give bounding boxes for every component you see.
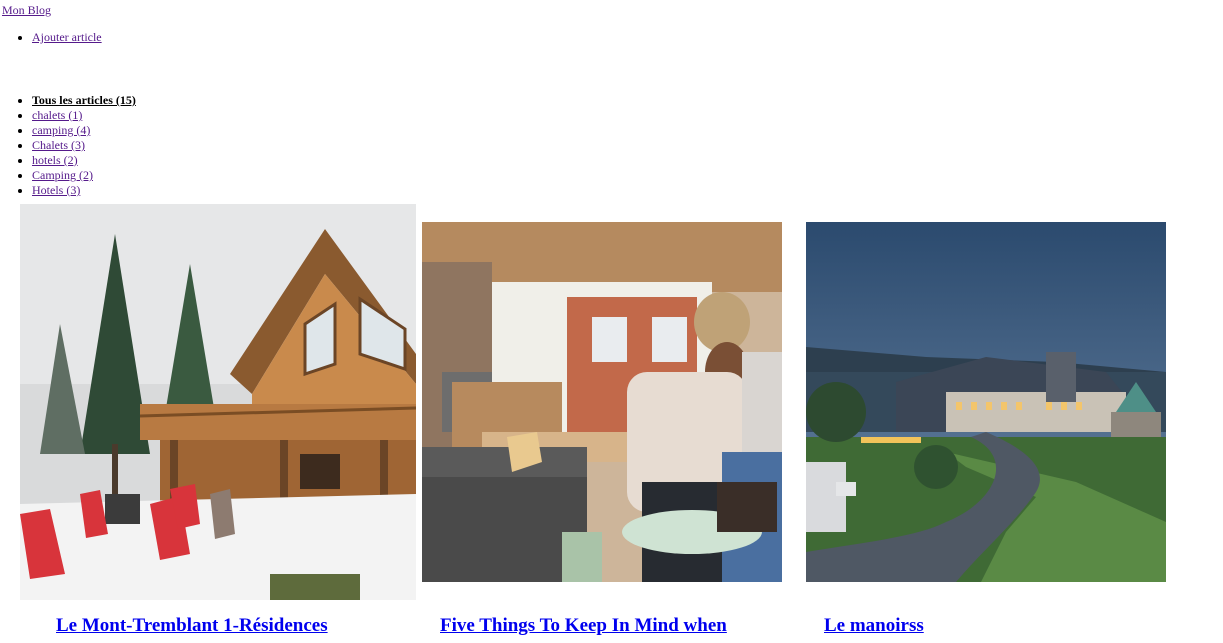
article-image-cafe[interactable] xyxy=(422,222,782,582)
article-title: Le Mont-Tremblant 1-Résidences xyxy=(56,614,328,638)
category-item-all: Tous les articles (15) xyxy=(32,93,136,108)
category-list: Tous les articles (15) chalets (1) campi… xyxy=(0,93,136,198)
article-title-link[interactable]: Le Mont-Tremblant 1-Résidences xyxy=(56,615,328,636)
article-title-link[interactable]: Le manoirss xyxy=(824,615,924,636)
category-item-chalets-lower: chalets (1) xyxy=(32,108,136,123)
category-item-camping-lower: camping (4) xyxy=(32,123,136,138)
article-title: Le manoirss xyxy=(824,614,924,638)
add-article-link[interactable]: Ajouter article xyxy=(32,30,102,44)
category-link-chalets[interactable]: Chalets (3) xyxy=(32,138,85,152)
category-item-hotels-lower: hotels (2) xyxy=(32,153,136,168)
category-item-chalets: Chalets (3) xyxy=(32,138,136,153)
category-link-camping[interactable]: Camping (2) xyxy=(32,168,93,182)
category-item-hotels: Hotels (3) xyxy=(32,183,136,198)
category-item-camping: Camping (2) xyxy=(32,168,136,183)
brand-link[interactable]: Mon Blog xyxy=(2,3,51,17)
article-image-manor[interactable] xyxy=(806,222,1166,582)
article-title-link[interactable]: Five Things To Keep In Mind when xyxy=(440,615,727,636)
category-link-all[interactable]: Tous les articles (15) xyxy=(32,93,136,107)
category-link-chalets-lower[interactable]: chalets (1) xyxy=(32,108,82,122)
article-title: Five Things To Keep In Mind when xyxy=(440,614,727,638)
category-link-hotels[interactable]: Hotels (3) xyxy=(32,183,80,197)
top-nav: Ajouter article xyxy=(0,30,102,45)
category-link-hotels-lower[interactable]: hotels (2) xyxy=(32,153,78,167)
article-image-cabin[interactable] xyxy=(20,204,416,600)
nav-item: Ajouter article xyxy=(32,30,102,45)
category-link-camping-lower[interactable]: camping (4) xyxy=(32,123,90,137)
